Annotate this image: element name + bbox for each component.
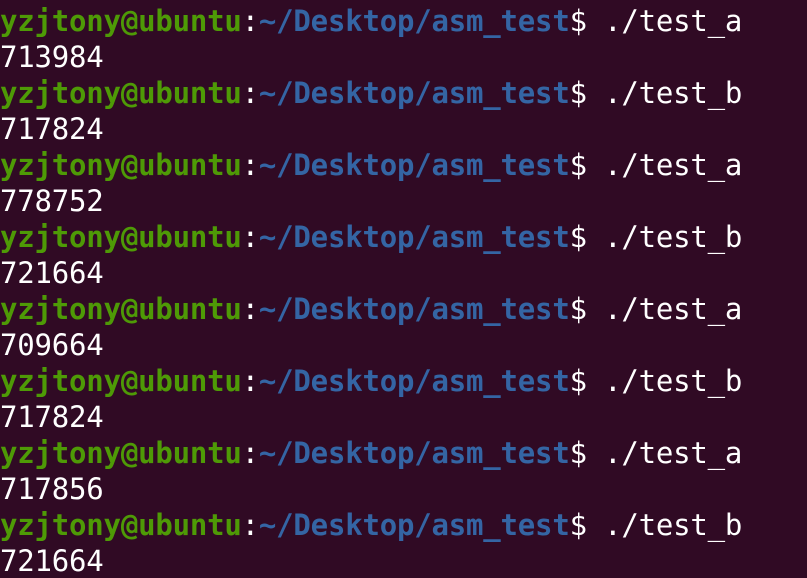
- prompt-separator: :: [241, 148, 259, 182]
- prompt-separator: :: [241, 4, 259, 38]
- output-line: 709664: [0, 328, 104, 362]
- prompt-separator: :: [241, 220, 259, 254]
- output-line: 721664: [0, 256, 104, 290]
- prompt-user-host: yzjtony@ubuntu: [0, 76, 242, 110]
- prompt-dollar: $: [569, 508, 605, 542]
- prompt-line: yzjtony@ubuntu:~/Desktop/asm_test$ ./tes…: [0, 507, 807, 543]
- prompt-dollar: $: [569, 76, 605, 110]
- command-text: ./test_a: [604, 148, 743, 182]
- output-line: 778752: [0, 184, 104, 218]
- command-text: ./test_a: [604, 4, 743, 38]
- prompt-separator: :: [241, 508, 259, 542]
- prompt-user-host: yzjtony@ubuntu: [0, 436, 242, 470]
- prompt-line: yzjtony@ubuntu:~/Desktop/asm_test$ ./tes…: [0, 75, 807, 111]
- command-text: ./test_b: [604, 76, 743, 110]
- prompt-separator: :: [241, 364, 259, 398]
- prompt-path: ~/Desktop/asm_test: [258, 4, 570, 38]
- prompt-path: ~/Desktop/asm_test: [258, 148, 570, 182]
- command-text: ./test_b: [604, 508, 743, 542]
- prompt-separator: :: [241, 436, 259, 470]
- prompt-path: ~/Desktop/asm_test: [258, 292, 570, 326]
- prompt-line: yzjtony@ubuntu:~/Desktop/asm_test$ ./tes…: [0, 363, 807, 399]
- output-line: 713984: [0, 40, 104, 74]
- prompt-path: ~/Desktop/asm_test: [258, 436, 570, 470]
- prompt-dollar: $: [569, 436, 605, 470]
- output-line: 717856: [0, 472, 104, 506]
- prompt-user-host: yzjtony@ubuntu: [0, 292, 242, 326]
- command-text: ./test_b: [604, 364, 743, 398]
- command-text: ./test_a: [604, 436, 743, 470]
- prompt-path: ~/Desktop/asm_test: [258, 508, 570, 542]
- prompt-user-host: yzjtony@ubuntu: [0, 4, 242, 38]
- command-text: ./test_a: [604, 292, 743, 326]
- prompt-dollar: $: [569, 364, 605, 398]
- prompt-line: yzjtony@ubuntu:~/Desktop/asm_test$ ./tes…: [0, 147, 807, 183]
- prompt-line: yzjtony@ubuntu:~/Desktop/asm_test$ ./tes…: [0, 435, 807, 471]
- prompt-separator: :: [241, 292, 259, 326]
- prompt-line: yzjtony@ubuntu:~/Desktop/asm_test$ ./tes…: [0, 219, 807, 255]
- prompt-line: yzjtony@ubuntu:~/Desktop/asm_test$ ./tes…: [0, 3, 807, 39]
- prompt-path: ~/Desktop/asm_test: [258, 220, 570, 254]
- prompt-separator: :: [241, 76, 259, 110]
- prompt-dollar: $: [569, 4, 605, 38]
- prompt-path: ~/Desktop/asm_test: [258, 76, 570, 110]
- output-line: 717824: [0, 112, 104, 146]
- prompt-user-host: yzjtony@ubuntu: [0, 148, 242, 182]
- prompt-user-host: yzjtony@ubuntu: [0, 508, 242, 542]
- prompt-dollar: $: [569, 220, 605, 254]
- output-line: 717824: [0, 400, 104, 434]
- prompt-dollar: $: [569, 148, 605, 182]
- prompt-user-host: yzjtony@ubuntu: [0, 364, 242, 398]
- output-line: 721664: [0, 544, 104, 578]
- prompt-line: yzjtony@ubuntu:~/Desktop/asm_test$ ./tes…: [0, 291, 807, 327]
- command-text: ./test_b: [604, 220, 743, 254]
- terminal-window[interactable]: yzjtony@ubuntu:~/Desktop/asm_test$ ./tes…: [0, 0, 807, 578]
- prompt-user-host: yzjtony@ubuntu: [0, 220, 242, 254]
- prompt-dollar: $: [569, 292, 605, 326]
- prompt-path: ~/Desktop/asm_test: [258, 364, 570, 398]
